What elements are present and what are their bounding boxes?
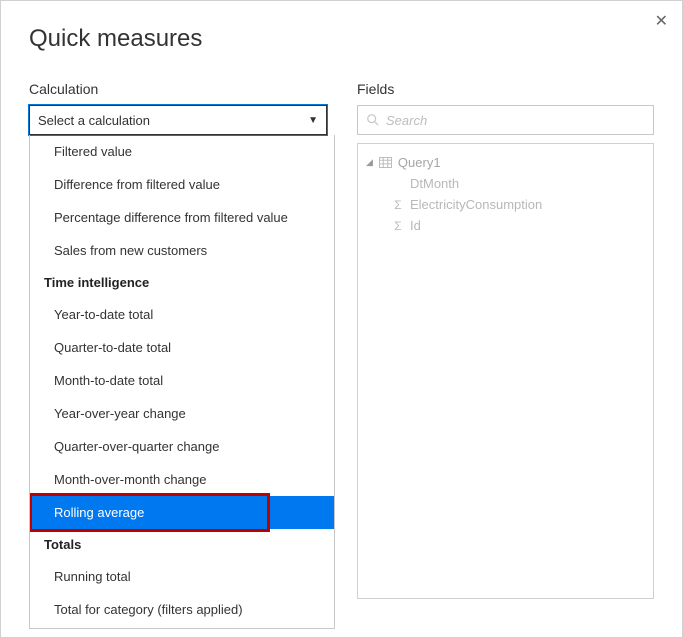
dropdown-item[interactable]: Month-to-date total	[30, 364, 334, 397]
field-name: ElectricityConsumption	[410, 197, 542, 212]
dialog-title: Quick measures	[29, 25, 654, 53]
dropdown-group-header: Time intelligence	[30, 267, 334, 298]
calculation-select[interactable]: Select a calculation ▼	[29, 105, 327, 135]
fields-search[interactable]	[357, 105, 654, 135]
field-item[interactable]: Σ ElectricityConsumption	[364, 194, 647, 215]
dropdown-item[interactable]: Year-over-year change	[30, 397, 334, 430]
dropdown-item[interactable]: Total for category (filters applied)	[30, 593, 334, 626]
fields-label: Fields	[357, 81, 654, 97]
dropdown-item[interactable]: Sales from new customers	[30, 234, 334, 267]
chevron-down-icon: ▼	[308, 115, 318, 126]
sigma-icon: Σ	[392, 219, 404, 233]
calculation-column: Calculation Select a calculation ▼ Filte…	[29, 81, 327, 629]
field-item[interactable]: DtMonth	[364, 173, 647, 194]
quick-measures-dialog: ✕ Quick measures Calculation Select a ca…	[0, 0, 683, 638]
fields-search-input[interactable]	[386, 113, 645, 128]
fields-column: Fields ◢ Que	[357, 81, 654, 629]
dropdown-item[interactable]: Difference from filtered value	[30, 168, 334, 201]
fields-table-row[interactable]: ◢ Query1	[364, 152, 647, 173]
search-icon	[366, 113, 380, 127]
calculation-dropdown-list[interactable]: Filtered valueDifference from filtered v…	[30, 135, 334, 628]
fields-table-name: Query1	[398, 155, 441, 170]
close-icon[interactable]: ✕	[655, 11, 668, 31]
calculation-dropdown: Filtered valueDifference from filtered v…	[29, 135, 335, 629]
sigma-icon: Σ	[392, 198, 404, 212]
field-item[interactable]: Σ Id	[364, 215, 647, 236]
dropdown-group-header: Totals	[30, 529, 334, 560]
field-name: DtMonth	[410, 176, 459, 191]
dropdown-item[interactable]: Rolling average	[30, 496, 334, 529]
dropdown-item[interactable]: Percentage difference from filtered valu…	[30, 201, 334, 234]
dropdown-item[interactable]: Total for category (filters not applied)	[30, 626, 334, 628]
calculation-label: Calculation	[29, 81, 327, 97]
collapse-icon: ◢	[366, 157, 373, 168]
fields-panel: ◢ Query1 DtMonthΣElectricityConsumptionΣ…	[357, 143, 654, 599]
dropdown-item[interactable]: Year-to-date total	[30, 298, 334, 331]
dropdown-item[interactable]: Quarter-to-date total	[30, 331, 334, 364]
dropdown-item[interactable]: Quarter-over-quarter change	[30, 430, 334, 463]
table-icon	[379, 157, 392, 168]
dropdown-item[interactable]: Filtered value	[30, 135, 334, 168]
dropdown-item[interactable]: Running total	[30, 560, 334, 593]
calculation-select-text: Select a calculation	[38, 113, 150, 128]
dropdown-item[interactable]: Month-over-month change	[30, 463, 334, 496]
field-name: Id	[410, 218, 421, 233]
